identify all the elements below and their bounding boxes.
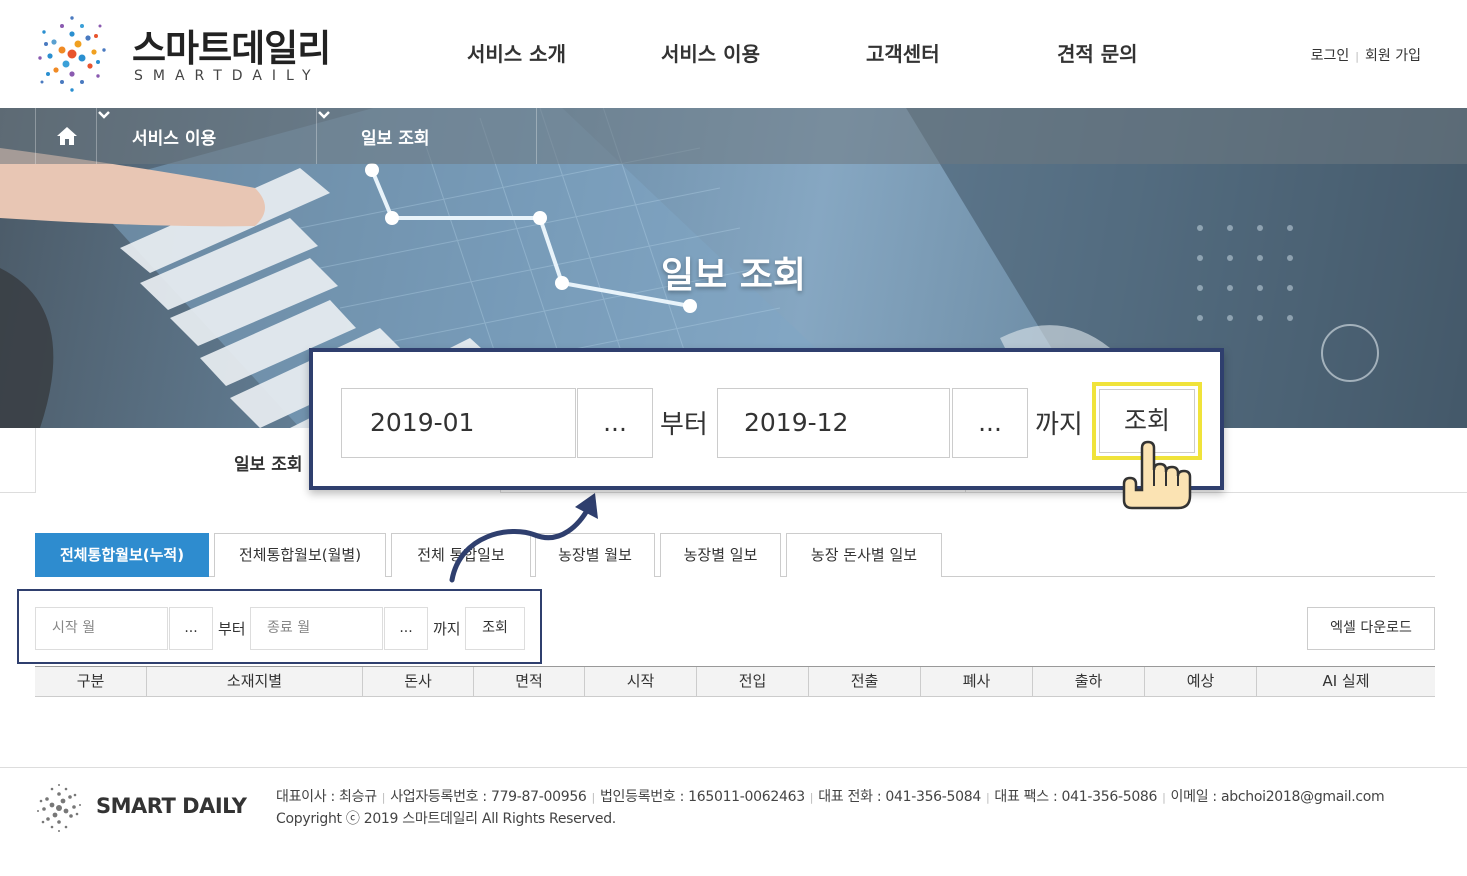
col-forecast: 예상 [1144,667,1256,696]
col-shipment: 출하 [1032,667,1144,696]
arrow-icon [449,493,598,583]
site-footer: SMART DAILY 대표이사 : 최승규 | 사업자등록번호 : 779-87-… [0,767,1467,876]
phone-info: 대표 전화 : 041-356-5084 [818,789,981,805]
logo-dots-icon [38,16,106,92]
info-divider: | [591,791,596,804]
nav-service-use[interactable]: 서비스 이용 [661,38,760,67]
email-info: 이메일 : abchoi2018@gmail.com [1170,789,1385,805]
breadcrumb-level1[interactable]: 서비스 이용 [97,108,317,164]
ceo-info: 대표이사 : 최승규 [276,789,377,805]
tab-total-monthly[interactable]: 전체통합월보(월별) [214,533,386,577]
signup-link[interactable]: 회원 가입 [1365,48,1421,64]
col-category: 구분 [76,672,105,690]
company-info: 대표이사 : 최승규 | 사업자등록번호 : 779-87-00956 | 법인등록번호… [276,786,1385,806]
login-link[interactable]: 로그인 [1311,48,1350,64]
col-barn: 돈사 [362,667,473,696]
home-icon [57,127,77,145]
zoom-start-picker-button[interactable]: ... [577,388,653,458]
site-header: 스마트데일리 SMARTDAILY 서비스 소개 서비스 이용 고객센터 견적 … [0,0,1467,108]
end-month-input[interactable]: 종료 월 [250,607,383,650]
zoom-to-label: 까지 [1035,410,1083,440]
info-divider: | [381,791,386,804]
tab-farm-barn-daily[interactable]: 농장 돈사별 일보 [786,533,942,577]
subtab-daily-report-label: 일보 조회 [234,455,303,475]
info-divider: | [985,791,990,804]
util-divider: | [1355,50,1360,63]
corporate-number: 법인등록번호 : 165011-0062463 [599,789,805,805]
util-menu: 로그인 | 회원 가입 [1311,45,1421,65]
breadcrumb-home[interactable] [35,108,97,164]
info-divider: | [809,791,814,804]
breadcrumb: 서비스 이용 일보 조회 [0,108,1467,164]
nav-customer-center[interactable]: 고객센터 [866,38,940,67]
logo-korean-text: 스마트데일리 [132,27,331,70]
zoomed-search-callout: 2019-01 ... 부터 2019-12 ... 까지 조회 [309,348,1224,490]
to-label: 까지 [433,620,461,638]
breadcrumb-level2-label: 일보 조회 [361,129,430,149]
hand-pointer-icon [1122,440,1192,510]
col-transfer-out: 전출 [808,667,920,696]
copyright: Copyright ⓒ 2019 스마트데일리 All Rights Reser… [276,811,616,827]
zoom-end-month-input[interactable]: 2019-12 [717,388,950,458]
zoom-end-picker-button[interactable]: ... [952,388,1028,458]
from-label: 부터 [218,620,246,638]
col-location: 소재지별 [146,667,362,696]
site-logo[interactable]: 스마트데일리 SMARTDAILY [32,14,332,94]
zoom-start-month-input[interactable]: 2019-01 [341,388,576,458]
col-start: 시작 [584,667,696,696]
breadcrumb-level2[interactable]: 일보 조회 [317,108,537,164]
info-divider: | [1162,791,1166,804]
report-table-header: 구분 소재지별 돈사 면적 시작 전입 전출 폐사 출하 예상 AI 실제 [35,666,1435,697]
excel-download-button[interactable]: 엑셀 다운로드 [1307,607,1435,650]
tab-farm-daily[interactable]: 농장별 일보 [660,533,781,577]
zoom-from-label: 부터 [660,410,708,440]
col-death: 폐사 [920,667,1032,696]
nav-quote-inquiry[interactable]: 견적 문의 [1057,38,1138,67]
search-button[interactable]: 조회 [465,607,525,650]
fax-info: 대표 팩스 : 041-356-5086 [994,789,1158,805]
col-transfer-in: 전입 [696,667,808,696]
end-month-picker-button[interactable]: ... [384,607,428,650]
business-number: 사업자등록번호 : 779-87-00956 [390,789,587,805]
start-month-picker-button[interactable]: ... [169,607,213,650]
page-title: 일보 조회 [660,255,806,296]
footer-logo-dots-icon [37,784,81,832]
chevron-down-icon [98,111,110,119]
chevron-down-icon [318,111,330,119]
logo-english-text: SMARTDAILY [134,68,321,84]
nav-service-intro[interactable]: 서비스 소개 [467,38,566,67]
footer-logo-text: SMART DAILY [96,794,247,818]
col-area: 면적 [473,667,584,696]
col-ai-actual: AI 실제 [1256,667,1435,696]
start-month-input[interactable]: 시작 월 [35,607,168,650]
breadcrumb-level1-label: 서비스 이용 [132,129,217,149]
tab-total-monthly-cumulative[interactable]: 전체통합월보(누적) [35,533,209,577]
